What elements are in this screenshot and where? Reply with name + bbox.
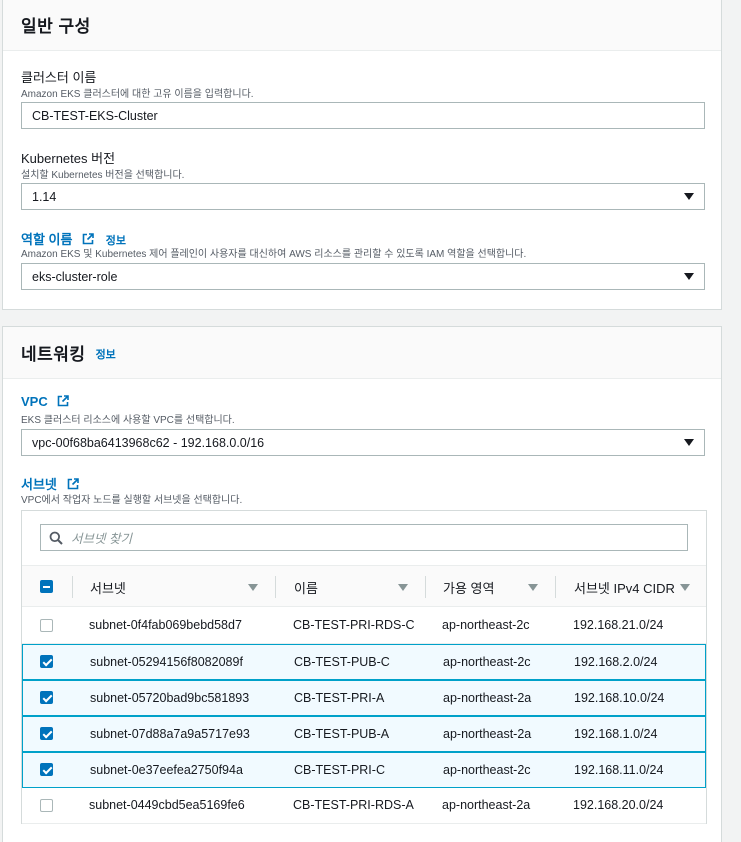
table-row[interactable]: subnet-05720bad9bc581893 CB-TEST-PRI-A ap-… (22, 680, 706, 716)
subnet-search-placeholder: 서브넷 찾기 (71, 532, 132, 546)
select-all-checkbox[interactable] (40, 580, 53, 593)
table-row[interactable]: subnet-0e37eefea2750f94a CB-TEST-PRI-C ap-… (22, 752, 706, 788)
subnet-name-cell: CB-TEST-PRI-RDS-C (293, 618, 415, 632)
table-row[interactable]: subnet-0f4fab069bebd58d7 CB-TEST-PRI-RDS-… (22, 608, 706, 644)
subnet-id-cell: subnet-0e37eefea2750f94a (90, 763, 243, 777)
k8s-version-value: 1.14 (32, 189, 57, 204)
subnet-az-cell: ap-northeast-2c (442, 618, 530, 632)
row-checkbox[interactable] (40, 763, 53, 776)
table-header: 서브넷 이름 가용 영역 서브넷 IPv4 CIDR (22, 565, 706, 607)
row-checkbox[interactable] (40, 799, 53, 812)
external-link-icon (67, 478, 79, 490)
cluster-name-input[interactable]: CB-TEST-EKS-Cluster (21, 102, 705, 129)
caret-down-icon (684, 273, 694, 280)
column-divider (555, 576, 556, 598)
networking-title: 네트워킹 (21, 345, 86, 364)
row-checkbox[interactable] (40, 691, 53, 704)
subnet-az-cell: ap-northeast-2a (443, 727, 532, 741)
search-icon (49, 531, 63, 545)
vpc-label-text: VPC (21, 394, 48, 409)
k8s-version-desc: 설치할 Kubernetes 버전을 선택합니다. (21, 170, 185, 181)
column-header-subnet[interactable]: 서브넷 (90, 566, 126, 608)
external-link-icon (58, 395, 70, 407)
sort-icon[interactable] (680, 584, 690, 591)
subnet-id-cell: subnet-05294156f8082089f (90, 655, 243, 669)
general-config-panel: 일반 구성 클러스터 이름 Amazon EKS 클러스터에 대한 고유 이름을… (2, 0, 722, 310)
column-header-name[interactable]: 이름 (294, 566, 318, 608)
external-link-icon (82, 233, 94, 245)
table-row[interactable]: subnet-0449cbd5ea5169fe6 CB-TEST-PRI-RDS-… (22, 788, 706, 824)
subnet-name-cell: CB-TEST-PRI-RDS-A (293, 798, 414, 812)
networking-panel: 네트워킹 정보 VPC EKS 클러스터 리소스에 사용할 VPC를 선택합니다… (2, 326, 722, 842)
subnet-search-input[interactable]: 서브넷 찾기 (40, 524, 688, 551)
networking-header: 네트워킹 정보 (3, 327, 721, 379)
subnets-desc: VPC에서 작업자 노드를 실행할 서브넷을 선택합니다. (21, 495, 243, 506)
subnet-az-cell: ap-northeast-2a (443, 691, 532, 705)
table-row[interactable]: subnet-07d88a7a9a5717e93 CB-TEST-PUB-A ap-… (22, 716, 706, 752)
subnet-az-cell: ap-northeast-2a (442, 798, 531, 812)
role-name-value: eks-cluster-role (32, 269, 118, 284)
sort-icon[interactable] (248, 584, 258, 591)
caret-down-icon (684, 439, 694, 446)
role-name-desc: Amazon EKS 및 Kubernetes 제어 플레인이 사용자를 대신하… (21, 249, 527, 260)
vpc-label[interactable]: VPC (21, 394, 70, 409)
vpc-select[interactable]: vpc-00f68ba6413968c62 - 192.168.0.0/16 (21, 429, 705, 456)
subnet-cidr-cell: 192.168.20.0/24 (573, 798, 664, 812)
subnet-name-cell: CB-TEST-PRI-A (294, 691, 385, 705)
k8s-version-label: Kubernetes 버전 (21, 151, 116, 166)
column-header-cidr[interactable]: 서브넷 IPv4 CIDR (574, 566, 675, 608)
cluster-name-desc: Amazon EKS 클러스터에 대한 고유 이름을 입력합니다. (21, 89, 254, 100)
vpc-desc: EKS 클러스터 리소스에 사용할 VPC를 선택합니다. (21, 415, 235, 426)
subnet-az-cell: ap-northeast-2c (443, 763, 531, 777)
subnet-name-cell: CB-TEST-PUB-A (294, 727, 390, 741)
caret-down-icon (684, 193, 694, 200)
subnets-table: 서브넷 찾기 서브넷 이름 가용 영역 서브넷 IPv4 CIDR subnet… (21, 510, 707, 824)
role-name-select[interactable]: eks-cluster-role (21, 263, 705, 290)
subnet-id-cell: subnet-05720bad9bc581893 (90, 691, 250, 705)
subnet-id-cell: subnet-07d88a7a9a5717e93 (90, 727, 250, 741)
subnet-az-cell: ap-northeast-2c (443, 655, 531, 669)
subnet-name-cell: CB-TEST-PRI-C (294, 763, 385, 777)
vpc-value: vpc-00f68ba6413968c62 - 192.168.0.0/16 (32, 435, 265, 450)
column-divider (72, 576, 73, 598)
subnet-cidr-cell: 192.168.2.0/24 (574, 655, 658, 669)
subnet-cidr-cell: 192.168.1.0/24 (574, 727, 658, 741)
row-checkbox[interactable] (40, 727, 53, 740)
subnet-id-cell: subnet-0449cbd5ea5169fe6 (89, 798, 245, 812)
cluster-name-value: CB-TEST-EKS-Cluster (32, 108, 158, 123)
subnets-label-text: 서브넷 (21, 477, 57, 492)
row-checkbox[interactable] (40, 619, 53, 632)
column-header-az[interactable]: 가용 영역 (443, 566, 494, 608)
row-checkbox[interactable] (40, 655, 53, 668)
sort-icon[interactable] (398, 584, 408, 591)
networking-info-link[interactable]: 정보 (96, 346, 116, 362)
general-config-header: 일반 구성 (3, 0, 721, 51)
general-config-title: 일반 구성 (21, 17, 91, 36)
column-divider (425, 576, 426, 598)
subnet-cidr-cell: 192.168.10.0/24 (574, 691, 665, 705)
sort-icon[interactable] (528, 584, 538, 591)
k8s-version-select[interactable]: 1.14 (21, 183, 705, 210)
table-row[interactable]: subnet-05294156f8082089f CB-TEST-PUB-C ap-… (22, 644, 706, 680)
subnet-id-cell: subnet-0f4fab069bebd58d7 (89, 618, 242, 632)
subnet-name-cell: CB-TEST-PUB-C (294, 655, 390, 669)
subnet-cidr-cell: 192.168.11.0/24 (574, 763, 664, 777)
subnet-cidr-cell: 192.168.21.0/24 (573, 618, 664, 632)
column-divider (275, 576, 276, 598)
cluster-name-label: 클러스터 이름 (21, 70, 97, 85)
